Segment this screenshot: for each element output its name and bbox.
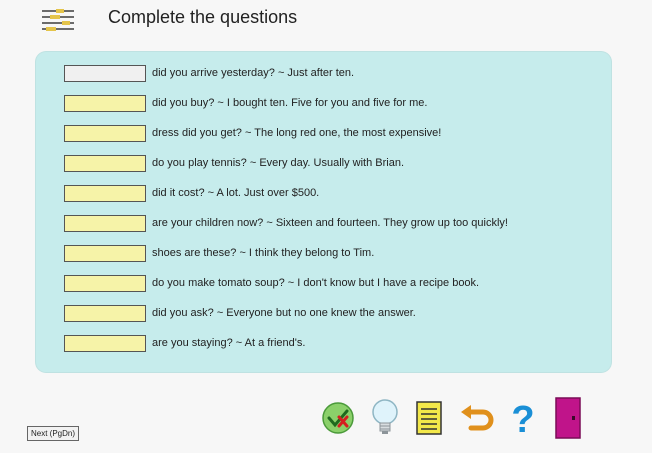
hint-lightbulb-icon[interactable] bbox=[368, 398, 402, 438]
question-row: did you arrive yesterday? ~ Just after t… bbox=[64, 64, 354, 82]
question-text: do you make tomato soup? ~ I don't know … bbox=[152, 277, 480, 289]
question-text: did you buy? ~ I bought ten. Five for yo… bbox=[152, 97, 428, 109]
answer-input[interactable] bbox=[64, 64, 146, 82]
question-row: did it cost? ~ A lot. Just over $500. bbox=[64, 184, 319, 202]
next-button[interactable]: Next (PgDn) bbox=[27, 426, 80, 441]
question-row: shoes are these? ~ I think they belong t… bbox=[64, 244, 374, 262]
question-row: do you play tennis? ~ Every day. Usually… bbox=[64, 154, 404, 172]
question-row: are you staying? ~ At a friend's. bbox=[64, 334, 305, 352]
notepad-icon[interactable] bbox=[412, 398, 446, 438]
page-title: Complete the questions bbox=[108, 7, 298, 27]
answer-input[interactable] bbox=[64, 124, 146, 142]
answer-input[interactable] bbox=[64, 274, 146, 292]
question-text: did you arrive yesterday? ~ Just after t… bbox=[152, 67, 355, 79]
question-text: shoes are these? ~ I think they belong t… bbox=[152, 247, 375, 259]
question-row: did you ask? ~ Everyone but no one knew … bbox=[64, 304, 416, 322]
question-text: are your children now? ~ Sixteen and fou… bbox=[152, 217, 508, 229]
question-row: did you buy? ~ I bought ten. Five for yo… bbox=[64, 94, 427, 112]
question-text: dress did you get? ~ The long red one, t… bbox=[152, 127, 442, 139]
question-row: are your children now? ~ Sixteen and fou… bbox=[64, 214, 508, 232]
question-text: did it cost? ~ A lot. Just over $500. bbox=[152, 187, 320, 199]
answer-input[interactable] bbox=[64, 154, 146, 172]
answer-input[interactable] bbox=[64, 244, 146, 262]
check-answers-icon[interactable] bbox=[320, 398, 356, 438]
question-row: do you make tomato soup? ~ I don't know … bbox=[64, 274, 479, 292]
answer-input[interactable] bbox=[64, 94, 146, 112]
answer-input[interactable] bbox=[64, 184, 146, 202]
answer-input[interactable] bbox=[64, 334, 146, 352]
answer-input[interactable] bbox=[64, 214, 146, 232]
svg-text:?: ? bbox=[511, 399, 534, 438]
help-icon[interactable]: ? bbox=[506, 398, 540, 438]
exit-door-icon[interactable] bbox=[554, 397, 582, 439]
list-icon[interactable] bbox=[42, 8, 74, 32]
answer-input[interactable] bbox=[64, 304, 146, 322]
question-text: did you ask? ~ Everyone but no one knew … bbox=[152, 307, 416, 319]
exercise-panel: did you arrive yesterday? ~ Just after t… bbox=[36, 52, 611, 372]
question-row: dress did you get? ~ The long red one, t… bbox=[64, 124, 441, 142]
undo-icon[interactable] bbox=[456, 398, 496, 438]
question-text: do you play tennis? ~ Every day. Usually… bbox=[152, 157, 405, 169]
question-text: are you staying? ~ At a friend's. bbox=[152, 337, 306, 349]
